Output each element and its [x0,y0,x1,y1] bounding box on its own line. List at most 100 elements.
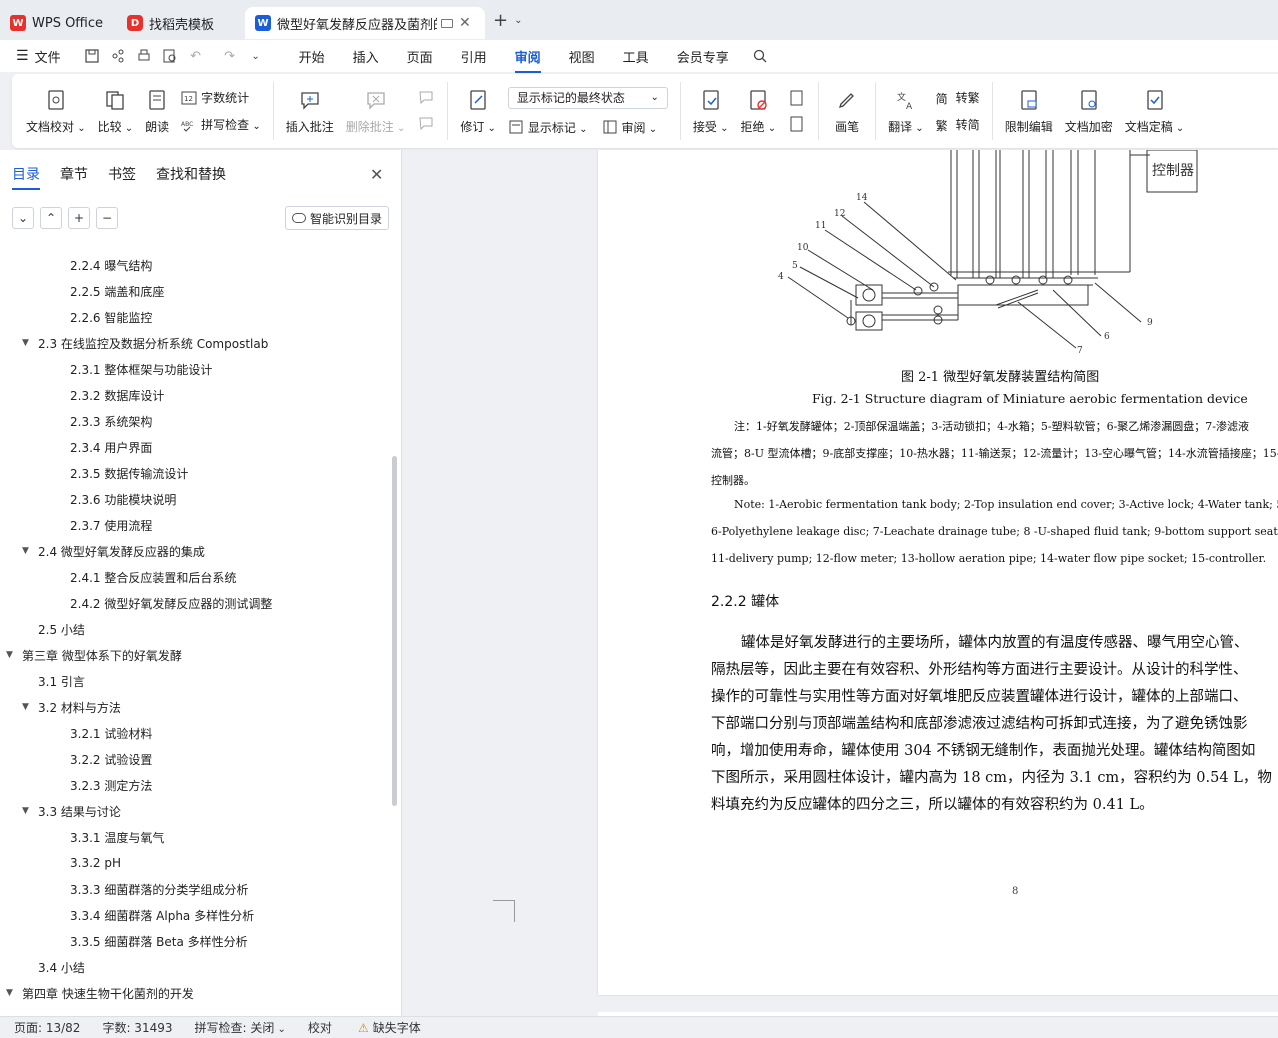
toc-item[interactable]: ▼ 2.3 在线监控及数据分析系统 Compostlab [0,330,268,356]
share-icon[interactable] [109,47,127,65]
toc-item[interactable]: 3.3.4 细菌群落 Alpha 多样性分析 [0,902,254,928]
to-simplified-button[interactable]: 繁 转简 [936,116,980,133]
menu-page[interactable]: 页面 [407,47,433,66]
toc-item[interactable]: ▼ 第三章 微型体系下的好氧发酵 [0,642,182,668]
toc-expand-arrow-icon[interactable]: ▼ [6,650,22,660]
toc-item[interactable]: 2.3.6 功能模块说明 [0,486,176,512]
previous-comment-icon[interactable] [417,89,435,107]
monitor-icon[interactable] [441,18,453,28]
print-preview-icon[interactable] [161,47,179,65]
undo-icon[interactable]: ↶ [187,47,205,65]
file-menu[interactable]: ☰ 文件 [16,47,61,66]
close-tab-icon[interactable]: ✕ [459,15,471,31]
toc-item[interactable]: ▼ 3.2 材料与方法 [0,694,121,720]
markup-state-select[interactable]: 显示标记的最终状态 ⌄ [507,86,668,109]
delete-comment-button[interactable]: 删除批注 [340,74,412,148]
toc-item[interactable]: 2.2.5 端盖和底座 [0,278,164,304]
toc-item[interactable]: ▼ 第四章 快速生物干化菌剂的开发 [0,980,194,1006]
word-count-status[interactable]: 字数: 31493 [102,1019,172,1036]
toc-item[interactable]: 3.3.5 细菌群落 Beta 多样性分析 [0,928,248,954]
tab-wps-office[interactable]: W WPS Office [0,7,115,39]
toc-item[interactable]: 3.2.1 试验材料 [0,720,152,746]
revise-label: 修订 [460,118,496,135]
review-pane-button[interactable]: 审阅 [602,119,658,136]
page-indicator[interactable]: 页面: 13/82 [14,1019,80,1036]
smart-toc-button[interactable]: 智能识别目录 [285,206,389,230]
toc-item[interactable]: 2.2.4 曝气结构 [0,252,152,278]
expand-icon[interactable]: ⌄ [12,207,34,229]
toc-item[interactable]: 3.3.1 温度与氧气 [0,824,164,850]
word-count-button[interactable]: 12 字数统计 [181,89,261,106]
tab-toc[interactable]: 目录 [12,164,40,190]
save-icon[interactable] [83,47,101,65]
toc-expand-arrow-icon[interactable]: ▼ [22,338,38,348]
close-icon[interactable]: ✕ [370,165,383,184]
menu-view[interactable]: 视图 [569,47,595,66]
translate-button[interactable]: 文A 翻译 [882,74,930,148]
print-icon[interactable] [135,47,153,65]
previous-change-icon[interactable] [788,89,806,107]
toc-item[interactable]: 2.5 小结 [0,616,85,642]
tab-bookmarks[interactable]: 书签 [108,164,136,184]
toc-expand-arrow-icon[interactable]: ▼ [22,546,38,556]
menu-home[interactable]: 开始 [299,47,325,66]
toc-item[interactable]: 2.3.4 用户界面 [0,434,152,460]
menu-tools[interactable]: 工具 [623,47,649,66]
next-change-icon[interactable] [788,115,806,133]
new-tab-icon[interactable]: + [493,10,508,31]
tab-find-replace[interactable]: 查找和替换 [156,164,226,184]
doc-finalize-button[interactable]: 文档定稿 [1119,74,1191,148]
restrict-edit-button[interactable]: 限制编辑 [999,74,1059,148]
ink-button[interactable]: 画笔 [825,74,869,148]
toc-item[interactable]: 2.3.5 数据传输流设计 [0,460,188,486]
spell-check-button[interactable]: ABC 拼写检查 [181,116,261,133]
toc-item[interactable]: 2.3.3 系统架构 [0,408,152,434]
tab-chapters[interactable]: 章节 [60,164,88,184]
spell-check-status[interactable]: 拼写检查: 关闭 [195,1019,286,1036]
quick-access-dropdown-icon[interactable]: ⌄ [247,47,265,65]
toc-item[interactable]: 2.2.6 智能监控 [0,304,152,330]
toc-item[interactable]: 2.3.2 数据库设计 [0,382,164,408]
tab-list-dropdown-icon[interactable]: ⌄ [514,15,522,26]
toc-item[interactable]: 3.2.3 测定方法 [0,772,152,798]
toc-item[interactable]: 3.2.2 试验设置 [0,746,152,772]
collapse-icon[interactable]: ⌃ [40,207,62,229]
doc-encrypt-button[interactable]: 文档加密 [1059,74,1119,148]
revise-button[interactable]: 修订 [454,74,502,148]
add-icon[interactable]: + [68,207,90,229]
missing-font-status[interactable]: ⚠ 缺失字体 [358,1019,421,1036]
toc-item[interactable]: 3.4 小结 [0,954,85,980]
menu-review[interactable]: 审阅 [514,47,541,73]
toc-expand-arrow-icon[interactable]: ▼ [22,702,38,712]
to-traditional-button[interactable]: 简 转繁 [936,89,980,106]
toc-item[interactable]: ▼ 3.3 结果与讨论 [0,798,121,824]
insert-comment-button[interactable]: 插入批注 [280,74,340,148]
doc-check-button[interactable]: 文档校对 [12,74,92,148]
toc-item[interactable]: 2.4.2 微型好氧发酵反应器的测试调整 [0,590,272,616]
redo-icon[interactable]: ↷ [221,47,239,65]
menu-references[interactable]: 引用 [461,47,487,66]
proof-status[interactable]: 校对 [308,1019,332,1036]
toc-item[interactable]: 3.3.3 细菌群落的分类学组成分析 [0,876,248,902]
toc-item[interactable]: 2.3.7 使用流程 [0,512,152,538]
toc-item[interactable]: 2.4.1 整合反应装置和后台系统 [0,564,236,590]
tab-template[interactable]: D 找稻壳模板 [117,7,241,39]
toc-item[interactable]: ▼ 2.4 微型好氧发酵反应器的集成 [0,538,205,564]
menu-member[interactable]: 会员专享 [677,47,729,66]
toc-item[interactable]: 2.3.1 整体框架与功能设计 [0,356,212,382]
toc-item[interactable]: 3.1 引言 [0,668,85,694]
tab-document[interactable]: W 微型好氧发酵反应器及菌剂的 ✕ [245,7,485,39]
toc-item[interactable]: 3.3.2 pH [0,850,121,876]
compare-button[interactable]: 比较 [92,74,140,148]
minus-icon[interactable]: − [96,207,118,229]
read-aloud-button[interactable]: 朗读 [139,74,175,148]
search-icon[interactable] [751,47,769,65]
menu-insert[interactable]: 插入 [353,47,379,66]
next-comment-icon[interactable] [417,115,435,133]
accept-button[interactable]: 接受 [687,74,735,148]
reject-button[interactable]: 拒绝 [735,74,783,148]
show-markup-button[interactable]: 显示标记 [508,119,588,136]
toc-scrollbar[interactable] [392,456,397,806]
toc-expand-arrow-icon[interactable]: ▼ [22,806,38,816]
toc-expand-arrow-icon[interactable]: ▼ [6,988,22,998]
